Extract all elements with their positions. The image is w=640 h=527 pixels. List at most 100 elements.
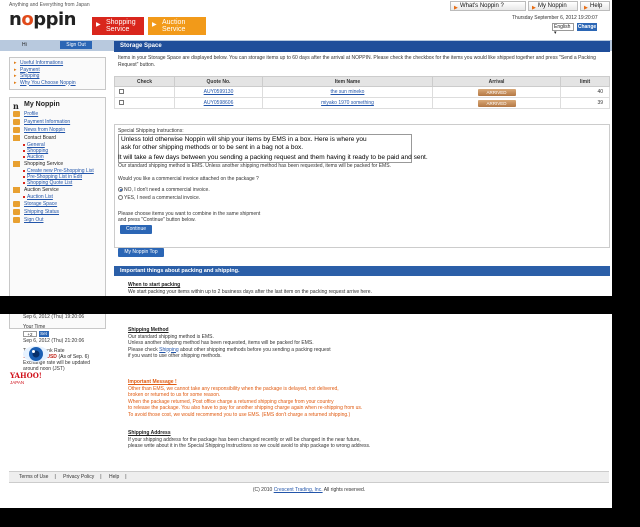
radio-yes-invoice[interactable]: YES, I need a commercial invoice.	[118, 195, 200, 201]
info-shipping-address: Shipping Address If your shipping addres…	[128, 430, 371, 449]
col-check: Check	[114, 76, 175, 87]
quote-link[interactable]: AUY0598606	[174, 97, 263, 109]
radio-no-invoice[interactable]: NO, I don't need a commercial invoice.	[118, 187, 210, 193]
japan-time: Sep 6, 2012 (Thu) 19:20:06	[23, 314, 85, 320]
col-item-name: Item Name	[262, 76, 433, 87]
arrived-badge: ARRIVED	[477, 99, 516, 107]
yahoo-japan-logo[interactable]: YAHOO! JAPAN	[10, 371, 42, 388]
tab-shopping-label: Shopping Service	[106, 19, 136, 33]
sidebar-contact-board: Contact Board	[10, 134, 105, 142]
bullet-icon	[23, 156, 25, 158]
sign-out-icon	[13, 217, 20, 223]
change-language-button[interactable]: Change	[577, 23, 597, 31]
instr-line-2: ask for other shipping methods or to be …	[121, 144, 304, 151]
col-arrival: Arrival	[432, 76, 561, 87]
set-timezone-button[interactable]: Set	[38, 330, 49, 337]
important-heading: Important things about packing and shipp…	[114, 266, 610, 276]
current-date: Thursday September 6, 2012 19:20:07	[512, 15, 598, 21]
terms-link[interactable]: Terms of Use	[19, 474, 48, 480]
instr-line-3: It will take a few days between you send…	[118, 154, 428, 161]
col-quote: Quote No.	[174, 76, 263, 87]
screen-black-right	[612, 0, 640, 527]
logo-o: o	[21, 9, 34, 30]
whats-noppin-button[interactable]: ▶ What's Noppin ?	[450, 1, 526, 11]
news-icon	[13, 127, 20, 133]
language-select[interactable]: English ▾	[552, 23, 574, 36]
help-link[interactable]: Help	[109, 474, 119, 480]
sidebar-item-shipping-status[interactable]: Shipping Status	[10, 208, 105, 216]
page-title: Storage Space	[114, 41, 610, 52]
storage-table: Check Quote No. Item Name Arrival limit …	[114, 76, 610, 109]
my-noppin-top-button[interactable]: My Noppin Top	[118, 248, 164, 257]
table-row: AUY0598606 miyako 1970 something ARRIVED…	[114, 97, 610, 109]
row-checkbox[interactable]	[119, 89, 124, 95]
sidebar-item-profile[interactable]: Profile	[10, 110, 105, 118]
logo-text-end: ppin	[33, 9, 76, 30]
shipping-link[interactable]: Shipping	[159, 347, 178, 353]
continue-button[interactable]: Continue	[120, 225, 152, 234]
company-link[interactable]: Crescent Trading, Inc.	[274, 487, 323, 493]
tab-auction-service[interactable]: ▶ Auction Service	[148, 17, 206, 35]
sidebar-item-storage[interactable]: Storage Space	[10, 200, 105, 208]
info-links-box: ▸ Useful Informations ▸ Payment ▸ Shipping …	[9, 57, 106, 90]
yahoo-sub-text: JAPAN	[10, 380, 25, 385]
payment-icon	[13, 119, 20, 125]
sidebar-auction-service: Auction Service	[10, 186, 105, 194]
screen-black-bottom	[0, 508, 640, 527]
your-time-controls: +2 Set	[9, 330, 106, 338]
contact-icon	[13, 135, 20, 141]
greeting: Hi	[22, 42, 27, 48]
sidebar-item-sign-out[interactable]: Sign Out	[10, 216, 105, 224]
help-button[interactable]: ▶ Help	[580, 1, 610, 11]
my-noppin-heading: n My Noppin	[13, 101, 60, 111]
sidebar-item-payment-info[interactable]: Payment Information	[10, 118, 105, 126]
eye-icon	[23, 346, 49, 362]
shopping-icon	[13, 161, 20, 167]
footer-links: Terms of Use | Privacy Policy | Help |	[9, 471, 609, 483]
combine-instructions: Please choose items you want to combine …	[118, 211, 261, 223]
item-link[interactable]: the sun mineko	[262, 86, 433, 98]
radio-button[interactable]	[118, 195, 123, 201]
arrow-right-icon: ▶	[96, 22, 101, 28]
bullet-icon	[23, 144, 25, 146]
link-why-noppin[interactable]: ▸ Why You Choose Noppin	[10, 80, 105, 87]
quote-link[interactable]: AUY0599130	[174, 86, 263, 98]
radio-button[interactable]	[118, 187, 123, 193]
sign-out-button[interactable]: Sign Out	[60, 41, 92, 49]
screen-black-strip	[0, 296, 640, 314]
my-noppin-menu: n My Noppin Profile Payment Information N…	[9, 97, 106, 329]
bullet-icon	[23, 170, 25, 172]
bullet-icon	[23, 176, 25, 178]
row-checkbox[interactable]	[119, 100, 124, 106]
noppin-logo[interactable]: noppin	[9, 9, 76, 30]
table-header: Check Quote No. Item Name Arrival limit	[114, 76, 610, 87]
arrow-right-icon: ▶	[532, 5, 536, 11]
instr-line-1: Unless told otherwise Noppin will ship y…	[121, 136, 367, 143]
col-limit: limit	[560, 76, 610, 87]
arrow-right-icon: ▶	[152, 22, 157, 28]
auction-icon	[13, 187, 20, 193]
item-link[interactable]: miyako 1970 something	[262, 97, 433, 109]
tab-auction-label: Auction Service	[162, 19, 186, 33]
bullet-icon	[23, 182, 25, 184]
profile-icon	[13, 111, 20, 117]
bullet-icon: ▸	[14, 79, 17, 86]
yahoo-text: YAHOO!	[10, 371, 42, 380]
limit-value: 40	[560, 86, 610, 98]
sidebar: ▸ Useful Informations ▸ Payment ▸ Shipping …	[9, 52, 106, 502]
header: Anything and Everything from Japan noppi…	[0, 0, 612, 40]
bullet-icon	[23, 150, 25, 152]
my-noppin-button[interactable]: ▶ My Noppin	[528, 1, 578, 11]
timezone-offset-select[interactable]: +2	[23, 330, 37, 337]
table-row: AUY0599130 the sun mineko ARRIVED 40	[114, 86, 610, 98]
ems-note: Our standard shipping method is EMS. Unl…	[118, 163, 391, 169]
tab-shopping-service[interactable]: ▶ Shopping Service	[92, 17, 144, 35]
storage-icon	[13, 201, 20, 207]
tagline: Anything and Everything from Japan	[9, 2, 90, 8]
info-important-message: Important Message ! Other than EMS, we c…	[128, 379, 363, 418]
privacy-link[interactable]: Privacy Policy	[63, 474, 94, 480]
copyright: (C) 2010 Crescent Trading, Inc. All righ…	[252, 487, 366, 493]
sidebar-item-news[interactable]: News from Noppin	[10, 126, 105, 134]
arrived-badge: ARRIVED	[477, 88, 516, 96]
arrow-right-icon: ▶	[584, 5, 588, 11]
